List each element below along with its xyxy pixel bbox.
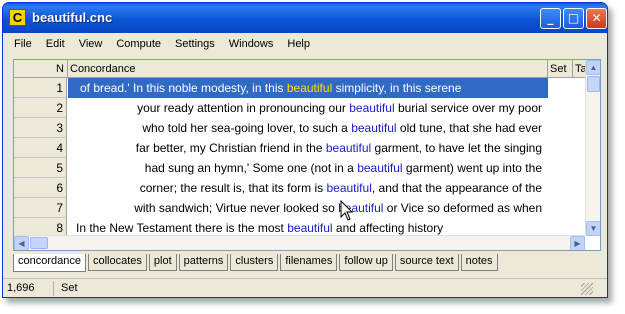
search-word: beautiful [326, 181, 372, 195]
left-context: far better, my Christian friend in the [135, 141, 326, 155]
maximize-button[interactable]: □ [563, 8, 584, 29]
table-row[interactable]: 4 far better, my Christian friend in the… [14, 138, 600, 158]
search-word: beautiful [351, 121, 397, 135]
tab-clusters[interactable]: clusters [230, 254, 279, 271]
app-icon: C [9, 9, 26, 26]
left-context: In the New Testament there is the most [76, 221, 288, 235]
menu-bar: File Edit View Compute Settings Windows … [3, 33, 607, 55]
column-header-concordance[interactable]: Concordance [68, 60, 548, 78]
status-divider [53, 281, 54, 296]
right-context: burial service over my poor [394, 101, 542, 115]
table-row[interactable]: 7 with sandwich; Virtue never looked so … [14, 198, 600, 218]
menu-file[interactable]: File [7, 38, 39, 50]
concordance-rows: 1 of bread.' In this noble modesty, in t… [14, 78, 600, 238]
tab-concordance[interactable]: concordance [13, 254, 86, 272]
left-context: with sandwich; Virtue never looked so [134, 201, 339, 215]
search-word: beautiful [325, 141, 372, 155]
minimize-button[interactable]: _ [540, 8, 561, 29]
vertical-scroll-thumb[interactable] [587, 76, 600, 92]
resize-grip-icon[interactable] [581, 283, 593, 295]
table-row[interactable]: 3 who told her sea-going lover, to such … [14, 118, 600, 138]
menu-edit[interactable]: Edit [39, 38, 72, 50]
search-word: beautiful [286, 81, 333, 95]
tab-filenames[interactable]: filenames [280, 254, 338, 271]
row-number: 5 [14, 158, 67, 178]
menu-view[interactable]: View [72, 38, 110, 50]
horizontal-scrollbar[interactable]: ◀ ▶ [14, 235, 585, 250]
right-context: and affecting history [332, 221, 444, 235]
tab-source-text[interactable]: source text [394, 254, 459, 271]
status-count: 1,696 [7, 282, 35, 294]
horizontal-scroll-thumb[interactable] [30, 237, 48, 249]
vertical-scrollbar[interactable]: ▲ ▼ [585, 60, 600, 236]
table-row[interactable]: 2 your ready attention in pronouncing ou… [14, 98, 600, 118]
title-bar[interactable]: C beautiful.cnc _ □ ✕ [3, 3, 607, 33]
concordance-line[interactable]: had sung an hymn,' Some one (not in a be… [68, 158, 548, 178]
column-header-set[interactable]: Set [548, 60, 573, 78]
scroll-up-icon[interactable]: ▲ [586, 60, 600, 75]
concordance-grid: N Concordance Set Ta 1 of bread.' In thi… [13, 59, 601, 251]
row-number: 3 [14, 118, 67, 138]
right-context: garment, to have let the singing [371, 141, 542, 155]
menu-windows[interactable]: Windows [222, 38, 281, 50]
left-context: of bread.' In this noble modesty, in thi… [80, 81, 287, 95]
left-context: had sung an hymn,' Some one (not in a [144, 161, 358, 175]
right-context: or Vice so deformed as when [383, 201, 542, 215]
search-word: beautiful [287, 221, 333, 235]
concordance-line[interactable]: far better, my Christian friend in the b… [68, 138, 548, 158]
right-context: garment) went up into the [402, 161, 542, 175]
mouse-cursor-icon [340, 200, 354, 221]
left-context: who told her sea-going lover, to such a [142, 121, 352, 135]
search-word: beautiful [357, 161, 403, 175]
tab-plot[interactable]: plot [148, 254, 177, 271]
right-context: old tune, that she had ever [396, 121, 542, 135]
app-window: C beautiful.cnc _ □ ✕ File Edit View Com… [2, 2, 608, 298]
right-context: , and that the appearance of the [371, 181, 542, 195]
row-number: 6 [14, 178, 67, 198]
left-context: your ready attention in pronouncing our [137, 101, 350, 115]
status-mode: Set [61, 282, 78, 294]
concordance-line[interactable]: corner; the result is, that its form is … [68, 178, 548, 198]
table-row[interactable]: 1 of bread.' In this noble modesty, in t… [14, 78, 600, 98]
menu-compute[interactable]: Compute [109, 38, 168, 50]
right-context: simplicity, in this serene [332, 81, 462, 95]
view-tabs: concordance collocates plot patterns clu… [13, 254, 500, 272]
tab-notes[interactable]: notes [460, 254, 498, 271]
row-number: 2 [14, 98, 67, 118]
tab-follow-up[interactable]: follow up [339, 254, 393, 271]
table-row[interactable]: 6 corner; the result is, that its form i… [14, 178, 600, 198]
concordance-line[interactable]: with sandwich; Virtue never looked so be… [68, 198, 548, 218]
row-number: 1 [14, 78, 67, 98]
left-context: corner; the result is, that its form is [139, 181, 327, 195]
close-button[interactable]: ✕ [586, 8, 607, 29]
scroll-down-icon[interactable]: ▼ [586, 221, 600, 236]
grid-header: N Concordance Set Ta [14, 60, 600, 78]
concordance-line[interactable]: who told her sea-going lover, to such a … [68, 118, 548, 138]
row-number: 4 [14, 138, 67, 158]
column-header-n[interactable]: N [14, 60, 68, 78]
tab-patterns[interactable]: patterns [178, 254, 229, 271]
tab-collocates[interactable]: collocates [88, 254, 147, 271]
scroll-left-icon[interactable]: ◀ [14, 236, 29, 250]
menu-settings[interactable]: Settings [168, 38, 222, 50]
row-number: 7 [14, 198, 67, 218]
scroll-right-icon[interactable]: ▶ [570, 236, 585, 250]
search-word: beautiful [349, 101, 395, 115]
status-bar: 1,696 Set [3, 278, 607, 297]
concordance-line[interactable]: of bread.' In this noble modesty, in thi… [68, 78, 548, 98]
table-row[interactable]: 5 had sung an hymn,' Some one (not in a … [14, 158, 600, 178]
concordance-line[interactable]: your ready attention in pronouncing our … [68, 98, 548, 118]
menu-help[interactable]: Help [280, 38, 317, 50]
window-title: beautiful.cnc [32, 10, 113, 25]
